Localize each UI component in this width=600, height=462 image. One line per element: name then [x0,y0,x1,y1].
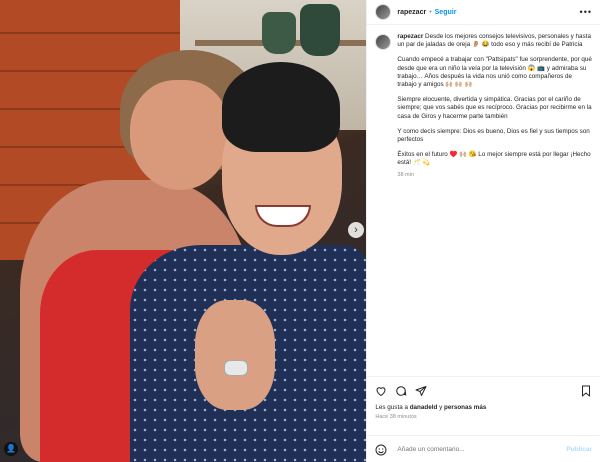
emoji-icon[interactable] [375,443,387,456]
like-heart-icon[interactable] [375,384,387,397]
next-image-button[interactable]: › [348,222,364,238]
liker-username[interactable]: danadeld [410,404,438,411]
caption-username[interactable]: rapezacr [397,33,423,40]
follow-button[interactable]: Seguir [435,9,457,16]
ring [224,360,248,376]
comment-bubble-icon[interactable] [395,384,407,396]
caption-paragraph: Desde los mejores consejos televisivos, … [397,33,591,49]
likes-prefix: Les gusta a [375,404,410,411]
caption-paragraph: Cuando empecé a trabajar con "Pattsipats… [397,56,592,89]
post-photo[interactable]: › 👤 [0,0,367,462]
hand [195,300,275,410]
likes-others-link[interactable]: personas más [444,404,486,411]
caption-paragraph: Y como decís siempre: Dios es bueno, Dio… [397,127,590,144]
post-header: rapezacr • Seguir ••• [367,0,600,25]
comment-input[interactable] [395,444,567,454]
caption-area: rapezacr Desde los mejores consejos tele… [367,25,600,376]
post-sidebar: rapezacr • Seguir ••• rapezacr Desde los… [366,0,600,462]
action-bar: Les gusta a danadeld y personas más Hace… [367,376,600,435]
caption-paragraph: Éxitos en el futuro ♥️ 🙌🏼 😘 Lo mejor sie… [397,151,591,167]
man-hair [222,62,340,152]
caption-text: rapezacr Desde los mejores consejos tele… [397,33,592,179]
likes-summary: Les gusta a danadeld y personas más [375,404,592,411]
comment-bar: Publicar [367,435,600,462]
share-send-icon[interactable] [415,384,427,396]
post-timestamp: Hace 38 minutos [375,414,417,420]
bookmark-save-icon[interactable] [580,384,592,397]
green-vase [262,12,296,54]
avatar[interactable] [375,34,392,50]
tagged-users-button[interactable]: 👤 [4,442,18,456]
caption-timestamp: 38 min [397,171,414,178]
publish-button[interactable]: Publicar [566,446,592,453]
avatar[interactable] [375,4,392,20]
post-dialog: › 👤 rapezacr • Seguir ••• rapezacr Desde… [0,0,600,462]
caption-paragraph: Siempre elocuente, divertida y simpática… [397,96,592,120]
woman-face [130,80,230,190]
more-options-button[interactable]: ••• [580,7,592,17]
separator-dot: • [429,8,432,16]
username-link[interactable]: rapezacr [397,9,426,16]
green-vase [300,4,340,56]
